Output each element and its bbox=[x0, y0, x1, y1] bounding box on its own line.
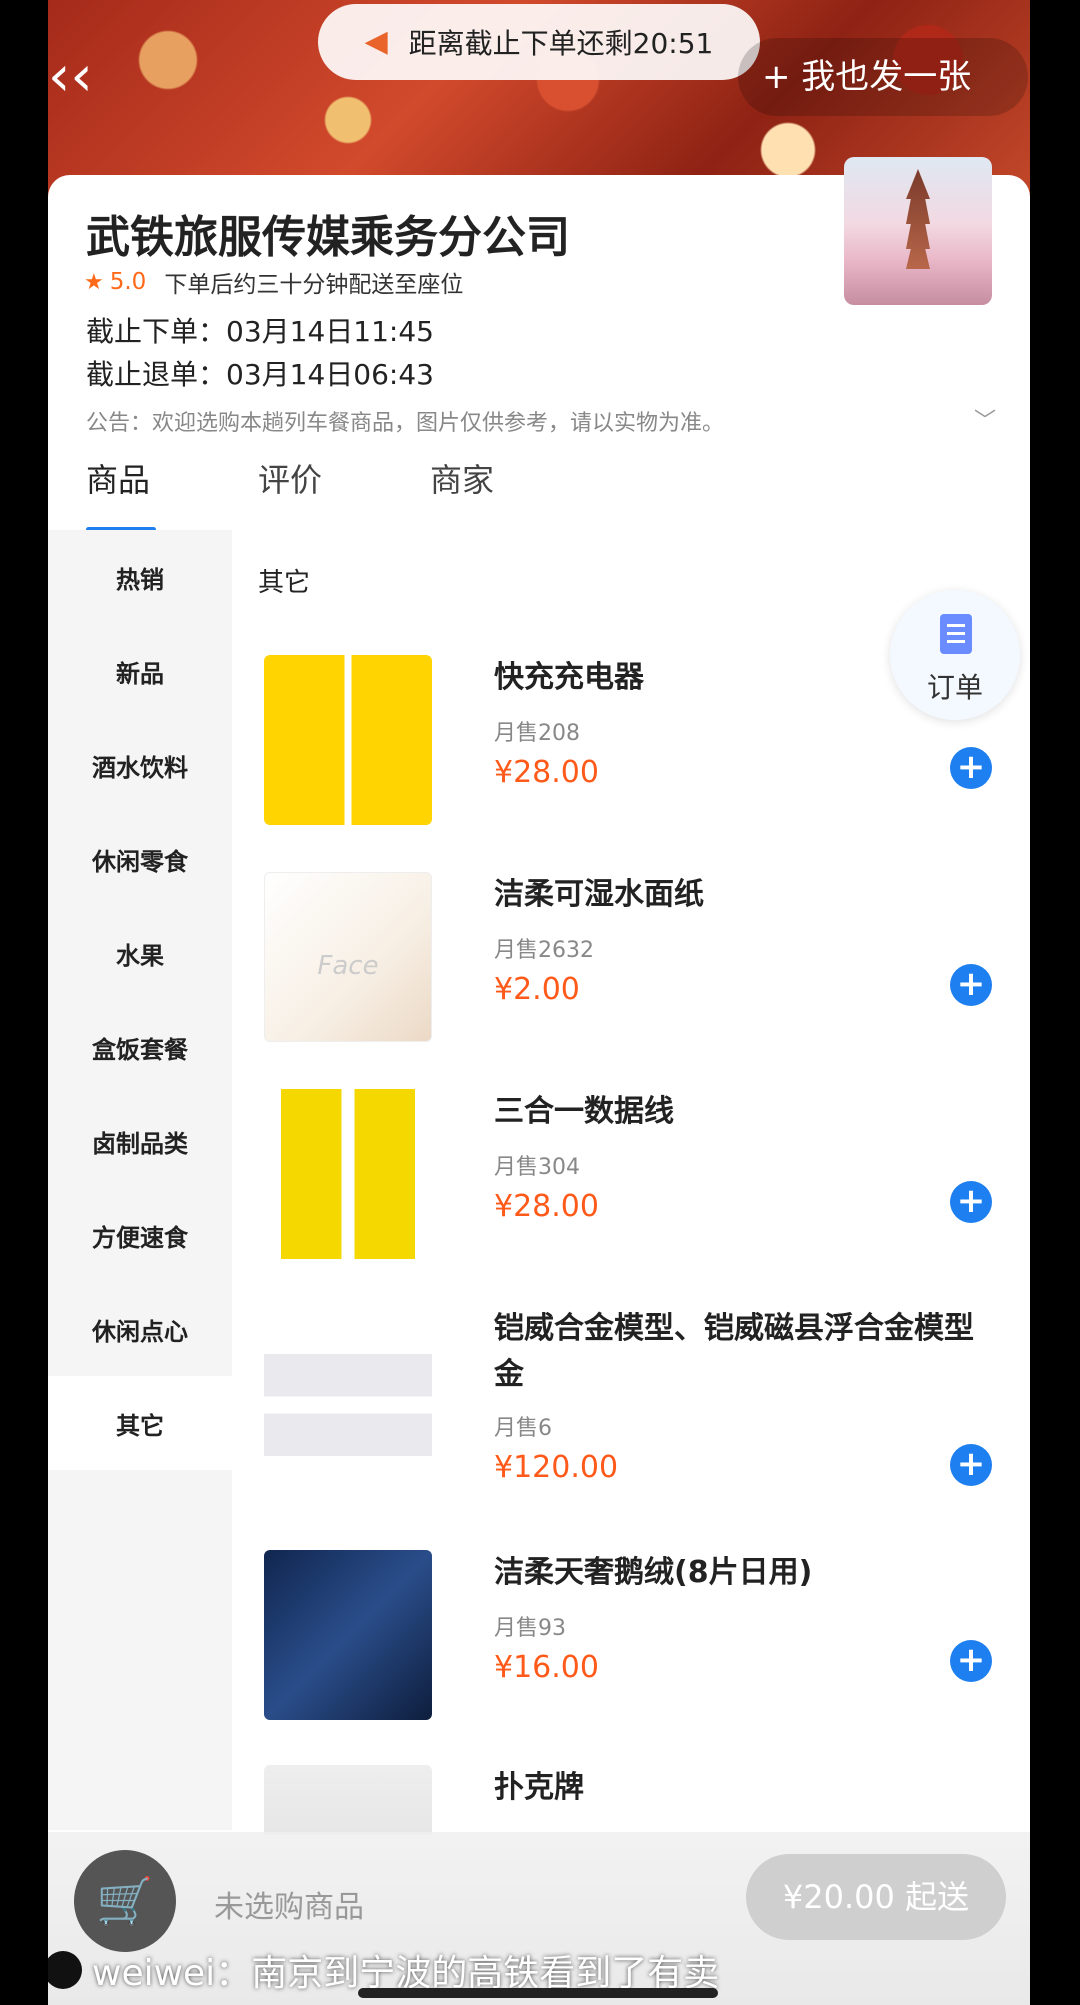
delivery-note: 下单后约三十分钟配送至座位 bbox=[164, 272, 464, 298]
sidebar-item-snacks[interactable]: 休闲零食 bbox=[48, 812, 232, 906]
shop-name: 武铁旅服传媒乘务分公司 bbox=[86, 212, 570, 263]
orders-button[interactable]: 订单 bbox=[890, 590, 1020, 720]
product-item[interactable]: 铠威合金模型、铠威磁县浮合金模型金 月售6 ¥120.00 + bbox=[232, 1306, 1030, 1556]
product-item[interactable]: Face 洁柔可湿水面纸 月售2632 ¥2.00 + bbox=[232, 872, 1030, 1087]
product-image[interactable]: Face bbox=[264, 872, 432, 1042]
product-price: ¥28.00 bbox=[494, 1189, 599, 1224]
product-price: ¥2.00 bbox=[494, 972, 580, 1007]
product-image[interactable] bbox=[264, 1550, 432, 1720]
sidebar-item-pastry[interactable]: 休闲点心 bbox=[48, 1282, 232, 1376]
share-button[interactable]: + 我也发一张 bbox=[738, 38, 1028, 116]
product-image[interactable] bbox=[264, 1320, 432, 1490]
product-sales: 月售93 bbox=[494, 1616, 566, 1641]
product-name: 洁柔天奢鹅绒(8片日用) bbox=[494, 1555, 813, 1590]
add-icon[interactable]: + bbox=[950, 1181, 992, 1223]
product-name: 铠威合金模型、铠威磁县浮合金模型金 bbox=[494, 1311, 974, 1392]
product-item[interactable]: 三合一数据线 月售304 ¥28.00 + bbox=[232, 1089, 1030, 1304]
chevron-down-icon[interactable]: ﹀ bbox=[974, 403, 996, 435]
product-item[interactable]: 洁柔天奢鹅绒(8片日用) 月售93 ¥16.00 + bbox=[232, 1550, 1030, 1765]
avatar bbox=[48, 1951, 82, 1989]
tab-merchant[interactable]: 商家 bbox=[430, 455, 494, 501]
product-item[interactable]: 扑克牌 bbox=[232, 1765, 1030, 1835]
product-sales: 月售208 bbox=[494, 721, 580, 746]
back-icon[interactable]: ‹‹ bbox=[48, 42, 112, 112]
product-sales: 月售2632 bbox=[494, 938, 594, 963]
sidebar-item-braised[interactable]: 卤制品类 bbox=[48, 1094, 232, 1188]
rating-score: 5.0 bbox=[109, 269, 147, 295]
add-icon[interactable]: + bbox=[950, 1444, 992, 1486]
pagoda-image bbox=[906, 169, 930, 269]
rating-row: ★ 5.0 下单后约三十分钟配送至座位 bbox=[84, 265, 463, 299]
orders-label: 订单 bbox=[926, 671, 983, 704]
product-sales: 月售304 bbox=[494, 1155, 580, 1180]
shop-notice[interactable]: 公告：欢迎选购本趟列车餐商品，图片仅供参考，请以实物为准。 bbox=[86, 405, 724, 437]
order-deadline: 截止下单：03月14日11:45 bbox=[86, 315, 434, 348]
tab-products[interactable]: 商品 bbox=[86, 455, 150, 501]
product-sales: 月售6 bbox=[494, 1416, 552, 1441]
megaphone-icon: ◀ bbox=[364, 24, 388, 59]
product-price: ¥28.00 bbox=[494, 755, 599, 790]
sidebar-item-drinks[interactable]: 酒水饮料 bbox=[48, 718, 232, 812]
add-icon[interactable]: + bbox=[950, 747, 992, 789]
section-title: 其它 bbox=[258, 568, 311, 598]
tab-reviews[interactable]: 评价 bbox=[258, 455, 322, 501]
add-icon[interactable]: + bbox=[950, 964, 992, 1006]
product-image-text: Face bbox=[317, 951, 379, 981]
home-indicator[interactable] bbox=[358, 1988, 718, 1998]
sidebar-item-hot[interactable]: 热销 bbox=[48, 530, 232, 624]
min-order-button[interactable]: ¥20.00 起送 bbox=[746, 1854, 1006, 1940]
product-price: ¥120.00 bbox=[494, 1450, 619, 1485]
product-price: ¥16.00 bbox=[494, 1650, 599, 1685]
product-name: 洁柔可湿水面纸 bbox=[494, 877, 704, 912]
shop-thumbnail bbox=[844, 157, 992, 305]
product-image[interactable] bbox=[264, 655, 432, 825]
product-name: 扑克牌 bbox=[494, 1770, 584, 1805]
product-name: 三合一数据线 bbox=[494, 1094, 674, 1129]
product-image[interactable] bbox=[264, 1089, 432, 1259]
deadline-text: 距离截止下单还剩20:51 bbox=[408, 27, 714, 60]
cart-icon[interactable]: 🛒 bbox=[74, 1850, 176, 1952]
refund-deadline: 截止退单：03月14日06:43 bbox=[86, 358, 434, 391]
cart-status: 未选购商品 bbox=[214, 1890, 364, 1925]
sidebar-item-instant[interactable]: 方便速食 bbox=[48, 1188, 232, 1282]
star-icon: ★ bbox=[84, 269, 104, 295]
category-sidebar: 热销 新品 酒水饮料 休闲零食 水果 盒饭套餐 卤制品类 方便速食 休闲点心 其… bbox=[48, 530, 232, 1830]
sidebar-item-new[interactable]: 新品 bbox=[48, 624, 232, 718]
sidebar-item-other[interactable]: 其它 bbox=[48, 1376, 232, 1470]
product-image[interactable] bbox=[264, 1765, 432, 1835]
sidebar-item-fruit[interactable]: 水果 bbox=[48, 906, 232, 1000]
app-screen: ‹‹ ◀ 距离截止下单还剩20:51 + 我也发一张 武铁旅服传媒乘务分公司 ★… bbox=[48, 0, 1030, 2005]
deadline-countdown: ◀ 距离截止下单还剩20:51 bbox=[318, 4, 760, 80]
sidebar-item-meals[interactable]: 盒饭套餐 bbox=[48, 1000, 232, 1094]
add-icon[interactable]: + bbox=[950, 1640, 992, 1682]
tab-bar: 商品 评价 商家 bbox=[48, 455, 1030, 535]
order-icon bbox=[940, 614, 972, 654]
